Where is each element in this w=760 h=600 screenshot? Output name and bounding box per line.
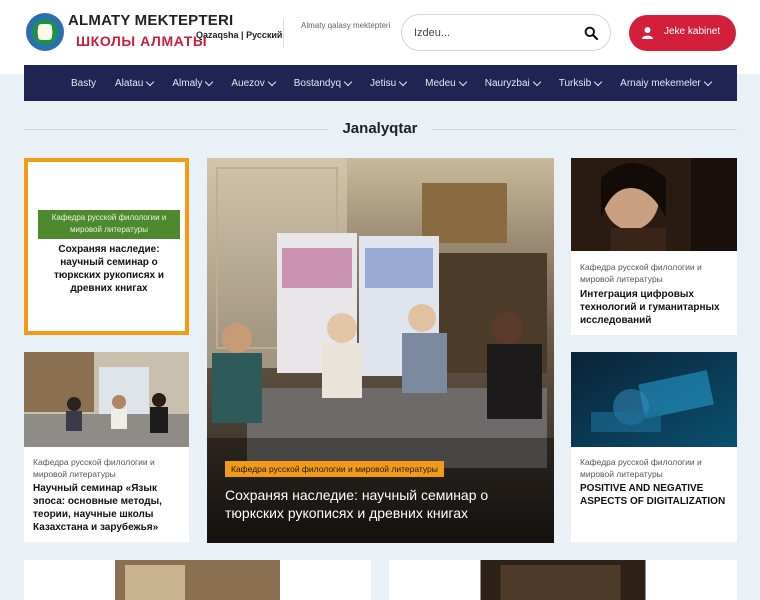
brand-title-latin[interactable]: ALMATY MEKTEPTERI <box>68 12 233 29</box>
news-photo <box>571 352 737 447</box>
news-category[interactable]: Кафедра русской филологии и мировой лите… <box>580 261 730 285</box>
nav-item-label: Turksib <box>558 77 592 89</box>
nav-item-label: Arnaiy mekemeler <box>620 77 701 89</box>
chevron-down-icon <box>593 77 603 86</box>
chevron-down-icon <box>205 77 214 86</box>
news-card-top-right[interactable]: Кафедра русской филологии и мировой лите… <box>571 158 737 335</box>
nav-item-label: Medeu <box>425 77 456 89</box>
site-subtitle: Almaty qalasy mektepteri <box>301 21 391 30</box>
news-title[interactable]: Сохраняя наследие: научный семинар о тюр… <box>38 243 180 295</box>
nav-item-almaly[interactable]: Almaly <box>172 77 214 89</box>
nav-item-nauryzbai[interactable]: Nauryzbai <box>484 77 541 89</box>
featured-category-badge[interactable]: Кафедра русской филологии и мировой лите… <box>225 461 444 477</box>
chevron-down-icon <box>703 77 713 86</box>
section-title: Janalyqtar <box>342 120 418 137</box>
news-title[interactable]: Научный семинар «Язык эпоса: основные ме… <box>33 482 183 534</box>
news-card-bottom-left[interactable] <box>24 560 371 600</box>
main-nav: Basty Alatau Almaly Auezov Bostandyq Jetisu Me… <box>24 65 737 101</box>
language-switcher: Qazaqsha | Русский <box>196 30 282 40</box>
news-card-mid-left[interactable]: Кафедра русской филологии и мировой лите… <box>24 352 189 542</box>
nav-item-jetisu[interactable]: Jetisu <box>370 77 408 89</box>
site-header: ALMATY MEKTEPTERI ШКОЛЫ АЛМАТЫ Qazaqsha … <box>0 0 760 74</box>
nav-item-label: Jetisu <box>370 77 397 89</box>
news-card-highlight[interactable]: Кафедра русской филологии и мировой лите… <box>24 158 189 335</box>
news-title[interactable]: Интеграция цифровых технологий и гуманит… <box>580 288 730 327</box>
personal-cabinet-button[interactable]: Jeke kabinet <box>629 15 736 51</box>
nav-item-basty[interactable]: Basty <box>71 78 96 89</box>
news-photo <box>115 560 280 600</box>
news-category[interactable]: Кафедра русской филологии и мировой лите… <box>580 456 730 480</box>
header-divider <box>283 19 284 47</box>
chevron-down-icon <box>532 77 541 86</box>
logo-emblem-icon <box>38 24 52 40</box>
lang-kz-link[interactable]: Qazaqsha <box>196 30 239 40</box>
nav-item-turksib[interactable]: Turksib <box>558 77 603 89</box>
news-category[interactable]: Кафедра русской филологии и мировой лите… <box>33 456 183 480</box>
nav-item-alatau[interactable]: Alatau <box>115 77 155 89</box>
category-badge[interactable]: Кафедра русской филологии и мировой лите… <box>38 210 180 239</box>
nav-item-label: Bostandyq <box>293 77 342 89</box>
news-photo <box>480 560 646 600</box>
cabinet-label: Jeke kabinet <box>664 26 721 37</box>
nav-item-bostandyq[interactable]: Bostandyq <box>293 77 353 89</box>
nav-item-arnaiy-mekemeler[interactable]: Arnaiy mekemeler <box>620 77 713 89</box>
lang-separator: | <box>241 30 244 40</box>
news-card-mid-right[interactable]: Кафедра русской филологии и мировой лите… <box>571 352 737 542</box>
nav-item-medeu[interactable]: Medeu <box>425 77 467 89</box>
news-photo <box>24 352 189 447</box>
nav-item-label: Auezov <box>231 77 265 89</box>
chevron-down-icon <box>146 77 155 86</box>
nav-item-label: Nauryzbai <box>484 77 530 89</box>
chevron-down-icon <box>398 77 408 86</box>
site-logo[interactable] <box>26 13 64 51</box>
nav-item-label: Alatau <box>115 77 144 89</box>
search-input[interactable] <box>414 24 574 42</box>
nav-item-auezov[interactable]: Auezov <box>231 77 276 89</box>
chevron-down-icon <box>458 77 467 86</box>
search-box <box>401 14 611 51</box>
featured-title[interactable]: Сохраняя наследие: научный семинар о тюр… <box>225 486 545 522</box>
brand-title-cyrillic[interactable]: ШКОЛЫ АЛМАТЫ <box>76 33 207 49</box>
nav-item-label: Basty <box>71 77 97 89</box>
news-photo <box>571 158 737 251</box>
search-icon[interactable] <box>584 26 598 40</box>
user-icon <box>642 27 653 39</box>
nav-item-label: Almaly <box>172 77 203 89</box>
news-title[interactable]: POSITIVE AND NEGATIVE ASPECTS OF DIGITAL… <box>580 482 730 508</box>
chevron-down-icon <box>267 77 276 86</box>
news-card-featured[interactable]: Кафедра русской филологии и мировой лите… <box>207 158 554 543</box>
lang-ru-link[interactable]: Русский <box>246 30 282 40</box>
news-card-bottom-right[interactable] <box>389 560 737 600</box>
chevron-down-icon <box>343 77 353 86</box>
